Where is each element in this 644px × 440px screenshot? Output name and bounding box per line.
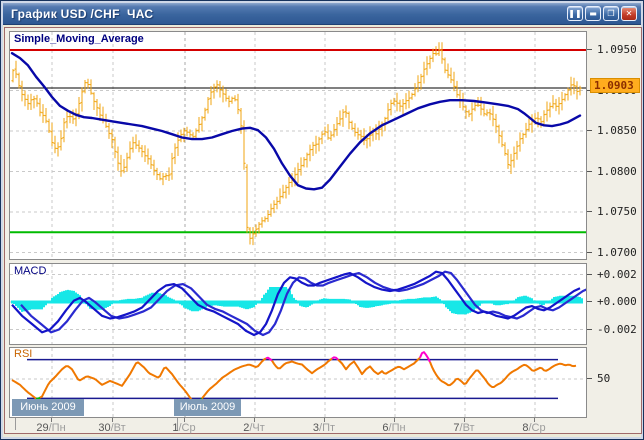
pause-button[interactable]: ❚❚ (567, 6, 583, 21)
month-separator-tick (177, 418, 178, 430)
rsi-indicator-label: RSI (14, 348, 32, 360)
day-label: 30/Вт (98, 422, 125, 434)
axis-tick (587, 171, 592, 172)
sma-indicator-label: Simple_Moving_Average (14, 33, 144, 45)
window-title: График USD /CHF ЧАС (3, 7, 153, 21)
axis-tick (587, 211, 592, 212)
close-icon: ✕ (626, 9, 633, 18)
axis-tick (587, 329, 592, 330)
close-button[interactable]: ✕ (621, 6, 637, 21)
day-label: 7/Вт (453, 422, 474, 434)
macd-tick-label: -0.002 (597, 323, 637, 336)
month-separator-tick (15, 418, 16, 430)
axis-tick (587, 252, 592, 253)
sma-line (12, 53, 580, 189)
day-label: 1/Ср (172, 422, 195, 434)
rsi-chart-panel[interactable]: RSI (9, 347, 587, 418)
rsi-line (12, 380, 36, 399)
price-tick-label: 1.0800 (597, 165, 637, 178)
macd-indicator-label: MACD (14, 265, 46, 277)
axis-tick (587, 378, 592, 379)
chart-client-area: Simple_Moving_Average MACD RSI Июнь 2009… (4, 27, 642, 434)
axis-tick (587, 274, 592, 275)
month-badge-june: Июнь 2009 (12, 399, 84, 416)
month-badge-july: Июль 2009 (174, 399, 241, 416)
price-tick-label: 1.0950 (597, 43, 637, 56)
minimize-button[interactable]: ▬ (585, 6, 601, 21)
price-tick-label: 1.0750 (597, 205, 637, 218)
axis-tick (587, 130, 592, 131)
day-label: 2/Чт (243, 422, 265, 434)
axis-tick (587, 49, 592, 50)
maximize-button[interactable]: ❒ (603, 6, 619, 21)
day-label: 29/Пн (36, 422, 65, 434)
day-label: 6/Пн (382, 422, 405, 434)
axis-tick (587, 301, 592, 302)
rsi-line (202, 358, 266, 398)
ohlc-bars (11, 42, 581, 245)
day-label: 3/Пт (313, 422, 335, 434)
window-controls: ❚❚ ▬ ❒ ✕ (567, 6, 637, 21)
macd-tick-label: +0.002 (597, 268, 637, 281)
chart-window: График USD /CHF ЧАС ❚❚ ▬ ❒ ✕ Simple_Movi… (0, 0, 644, 440)
price-chart-panel[interactable]: Simple_Moving_Average (9, 31, 587, 260)
macd-tick-label: +0.000 (597, 295, 637, 308)
macd-chart-panel[interactable]: MACD (9, 263, 587, 345)
day-label: 8/Ср (522, 422, 545, 434)
minimize-icon: ▬ (589, 9, 597, 18)
current-price-tag: 1.0903 (590, 78, 640, 93)
rsi-line (40, 362, 192, 400)
macd-histogram (12, 287, 582, 314)
price-tick-label: 1.0850 (597, 124, 637, 137)
rsi-line (430, 362, 576, 387)
rsi-tick-label: 50 (597, 372, 610, 385)
rsi-line (272, 359, 332, 374)
pause-icon: ❚❚ (568, 9, 581, 18)
maximize-icon: ❒ (607, 9, 614, 18)
title-bar[interactable]: График USD /CHF ЧАС ❚❚ ▬ ❒ ✕ (3, 3, 641, 25)
rsi-line (420, 352, 430, 362)
price-tick-label: 1.0700 (597, 246, 637, 259)
date-axis: 29/Пн 30/Вт 1/Ср 2/Чт 3/Пт 6/Пн 7/Вт 8/Ср (9, 418, 587, 434)
